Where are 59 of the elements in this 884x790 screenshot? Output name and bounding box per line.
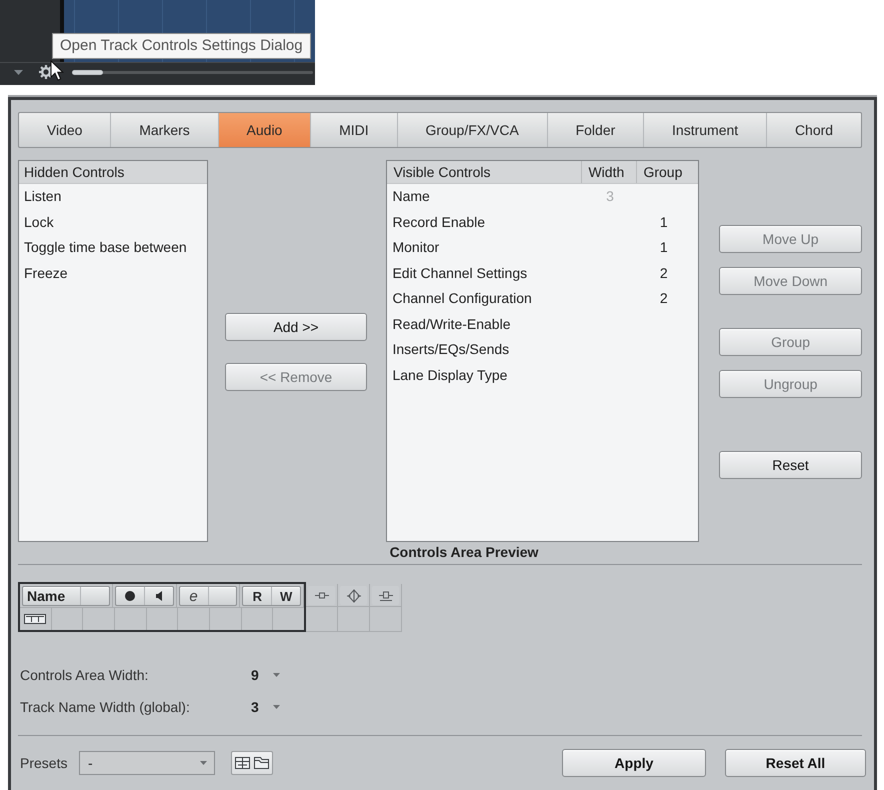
track-name-label: Name (26, 588, 66, 604)
width-dropdown[interactable]: 3 (247, 696, 284, 718)
footer-button[interactable]: Reset All (725, 748, 866, 776)
caret-icon (272, 705, 280, 709)
transfer-button[interactable]: Add >> (224, 313, 368, 341)
hidden-control-item[interactable]: Listen (19, 184, 207, 210)
tab[interactable]: Group/FX/VCA (398, 113, 548, 147)
group-value: 2 (660, 264, 668, 282)
caret-icon (272, 673, 280, 677)
hidden-control-item[interactable]: Freeze (19, 260, 207, 286)
line-node-icon (314, 592, 328, 599)
mouse-pointer-icon (50, 60, 64, 81)
tooltip: Open Track Controls Settings Dialog (52, 33, 311, 59)
control-name[interactable]: Channel Configuration (387, 286, 532, 312)
collapse-triangle-icon[interactable] (14, 70, 23, 74)
group-value: 1 (660, 238, 668, 257)
column-header[interactable]: Visible Controls (387, 161, 582, 183)
tab[interactable]: Audio (218, 113, 312, 147)
diamond-line-icon (346, 588, 360, 602)
presets-label: Presets (19, 754, 68, 770)
presets-dropdown[interactable]: - (79, 750, 215, 774)
control-letter: e (189, 588, 198, 604)
control-name[interactable]: Monitor (387, 235, 440, 260)
control-name[interactable]: Lane Display Type (387, 362, 508, 388)
segmented-bar-icon (24, 614, 46, 624)
control-letter: W (280, 588, 292, 604)
control-name[interactable]: Read/Write-Enable (387, 312, 510, 337)
group-value: 1 (660, 212, 668, 232)
control-name[interactable]: Inserts/EQs/Sends (387, 337, 510, 362)
tab[interactable]: Chord (767, 113, 861, 147)
setting-label: Controls Area Width: (19, 667, 150, 683)
group-value: 2 (660, 289, 668, 308)
underlined-node-icon (378, 590, 392, 600)
width-dropdown[interactable]: 9 (247, 664, 284, 686)
tab[interactable]: MIDI (311, 113, 398, 147)
width-value: 3 (606, 187, 614, 206)
folder-icon[interactable] (254, 756, 269, 768)
hidden-control-item[interactable]: Toggle time base between (19, 235, 207, 260)
caret-icon (200, 760, 207, 764)
grid-box-icon[interactable] (235, 756, 250, 768)
control-name[interactable]: Record Enable (387, 210, 486, 235)
side-button[interactable]: Reset (719, 451, 862, 479)
section-title: Controls Area Preview (390, 543, 538, 562)
slider-track[interactable] (73, 70, 313, 74)
column-header[interactable]: Group (637, 161, 698, 183)
control-name[interactable]: Edit Channel Settings (387, 260, 528, 286)
tab[interactable]: Instrument (644, 113, 768, 147)
record-icon (124, 591, 135, 601)
footer-button[interactable]: Apply (562, 748, 706, 776)
settings-icon[interactable] (39, 65, 53, 79)
control-letter: R (252, 588, 262, 604)
setting-label: Track Name Width (global): (19, 699, 191, 715)
list-header: Hidden Controls (19, 161, 207, 184)
tab[interactable]: Video (19, 113, 112, 147)
control-name[interactable]: Name (387, 184, 430, 210)
speaker-icon (156, 591, 162, 601)
hidden-control-item[interactable]: Lock (19, 210, 207, 235)
tab[interactable]: Folder (548, 113, 644, 147)
column-header[interactable]: Width (582, 161, 638, 183)
